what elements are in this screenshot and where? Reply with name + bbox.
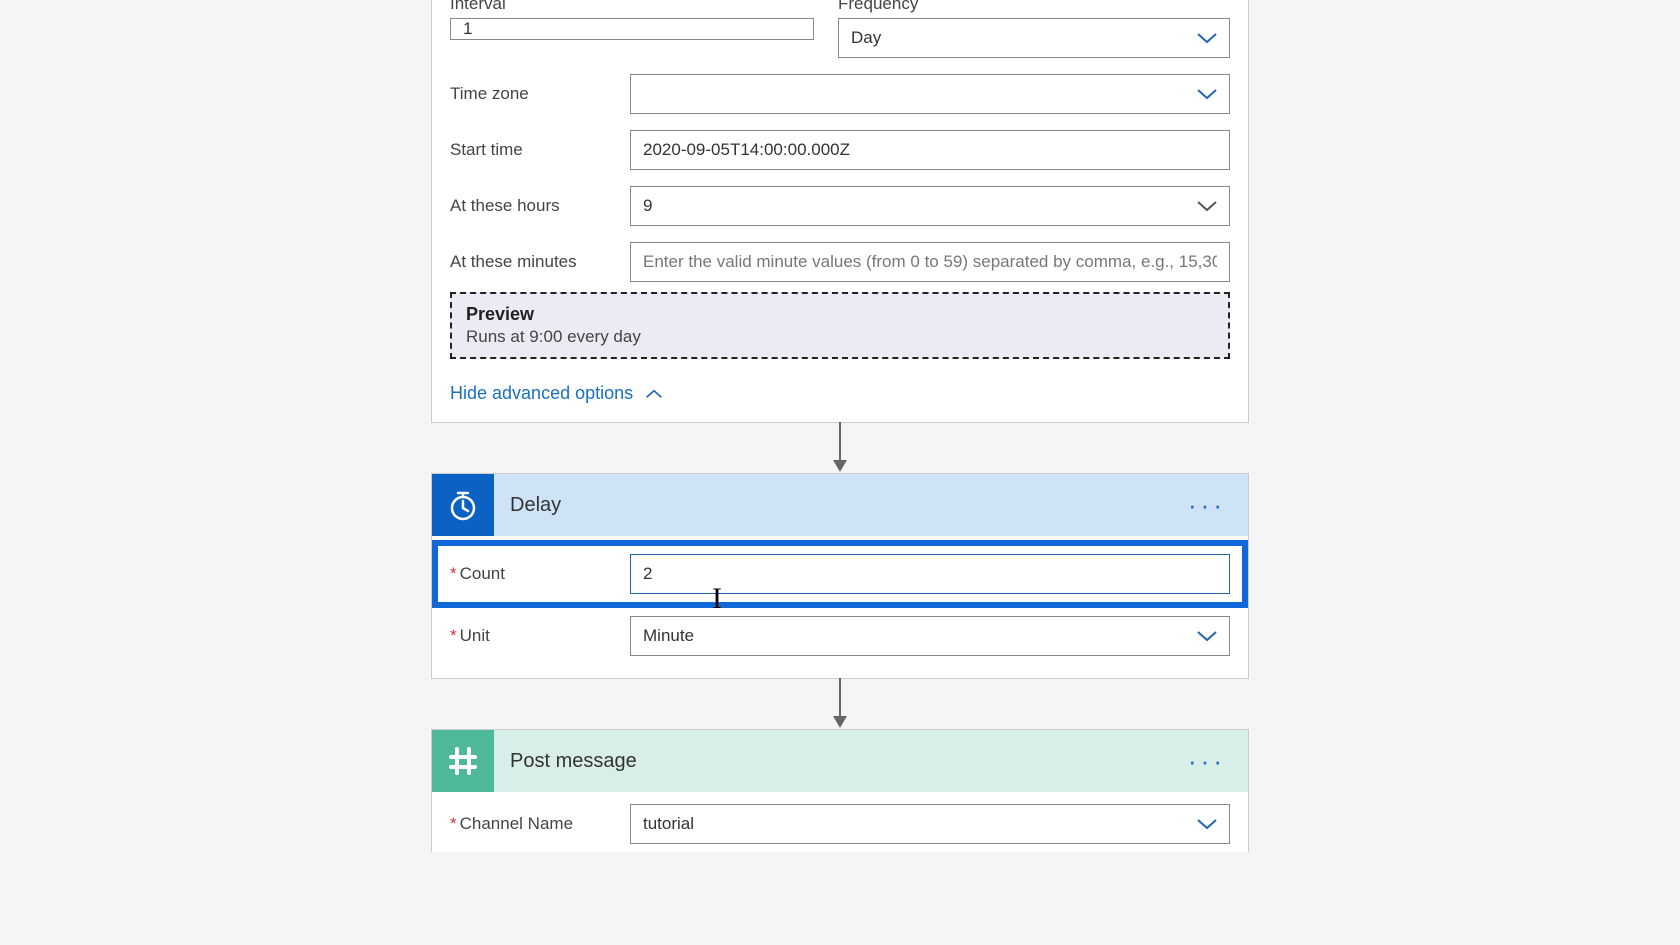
slack-icon <box>432 730 494 792</box>
connector-arrow <box>826 423 854 473</box>
timezone-label: Time zone <box>450 84 630 104</box>
timezone-select[interactable] <box>630 74 1230 114</box>
unit-label: *Unit <box>450 626 630 646</box>
interval-input[interactable] <box>450 18 814 40</box>
starttime-label: Start time <box>450 140 630 160</box>
preview-title: Preview <box>466 304 1214 325</box>
minutes-label: At these minutes <box>450 252 630 272</box>
delay-title: Delay <box>510 494 1184 517</box>
frequency-label: Frequency <box>838 0 1230 14</box>
count-label: *Count <box>450 564 630 584</box>
minutes-input[interactable] <box>630 242 1230 282</box>
ellipsis-icon: ··· <box>1188 490 1226 520</box>
text-cursor-icon: I <box>712 584 722 614</box>
unit-select[interactable] <box>630 616 1230 656</box>
interval-label: Interval <box>450 0 814 14</box>
delay-menu-button[interactable]: ··· <box>1184 490 1230 521</box>
chevron-up-icon <box>645 388 663 400</box>
hide-advanced-options-link[interactable]: Hide advanced options <box>450 383 663 404</box>
recurrence-card: Interval Frequency Time zone <box>431 0 1249 423</box>
frequency-select[interactable] <box>838 18 1230 58</box>
delay-card: Delay ··· *Count I *Unit <box>431 473 1249 679</box>
post-message-menu-button[interactable]: ··· <box>1184 746 1230 777</box>
ellipsis-icon: ··· <box>1188 746 1226 776</box>
count-row-highlight: *Count I <box>440 548 1240 600</box>
post-message-header[interactable]: Post message ··· <box>432 730 1248 792</box>
channel-label: *Channel Name <box>450 814 630 834</box>
preview-box: Preview Runs at 9:00 every day <box>450 292 1230 359</box>
delay-header[interactable]: Delay ··· <box>432 474 1248 536</box>
connector-arrow <box>826 679 854 729</box>
post-message-title: Post message <box>510 750 1184 773</box>
preview-text: Runs at 9:00 every day <box>466 327 1214 347</box>
hours-select[interactable] <box>630 186 1230 226</box>
hours-label: At these hours <box>450 196 630 216</box>
hide-advanced-options-label: Hide advanced options <box>450 383 633 404</box>
channel-select[interactable] <box>630 804 1230 844</box>
starttime-input[interactable] <box>630 130 1230 170</box>
post-message-card: Post message ··· *Channel Name <box>431 729 1249 852</box>
delay-icon <box>432 474 494 536</box>
